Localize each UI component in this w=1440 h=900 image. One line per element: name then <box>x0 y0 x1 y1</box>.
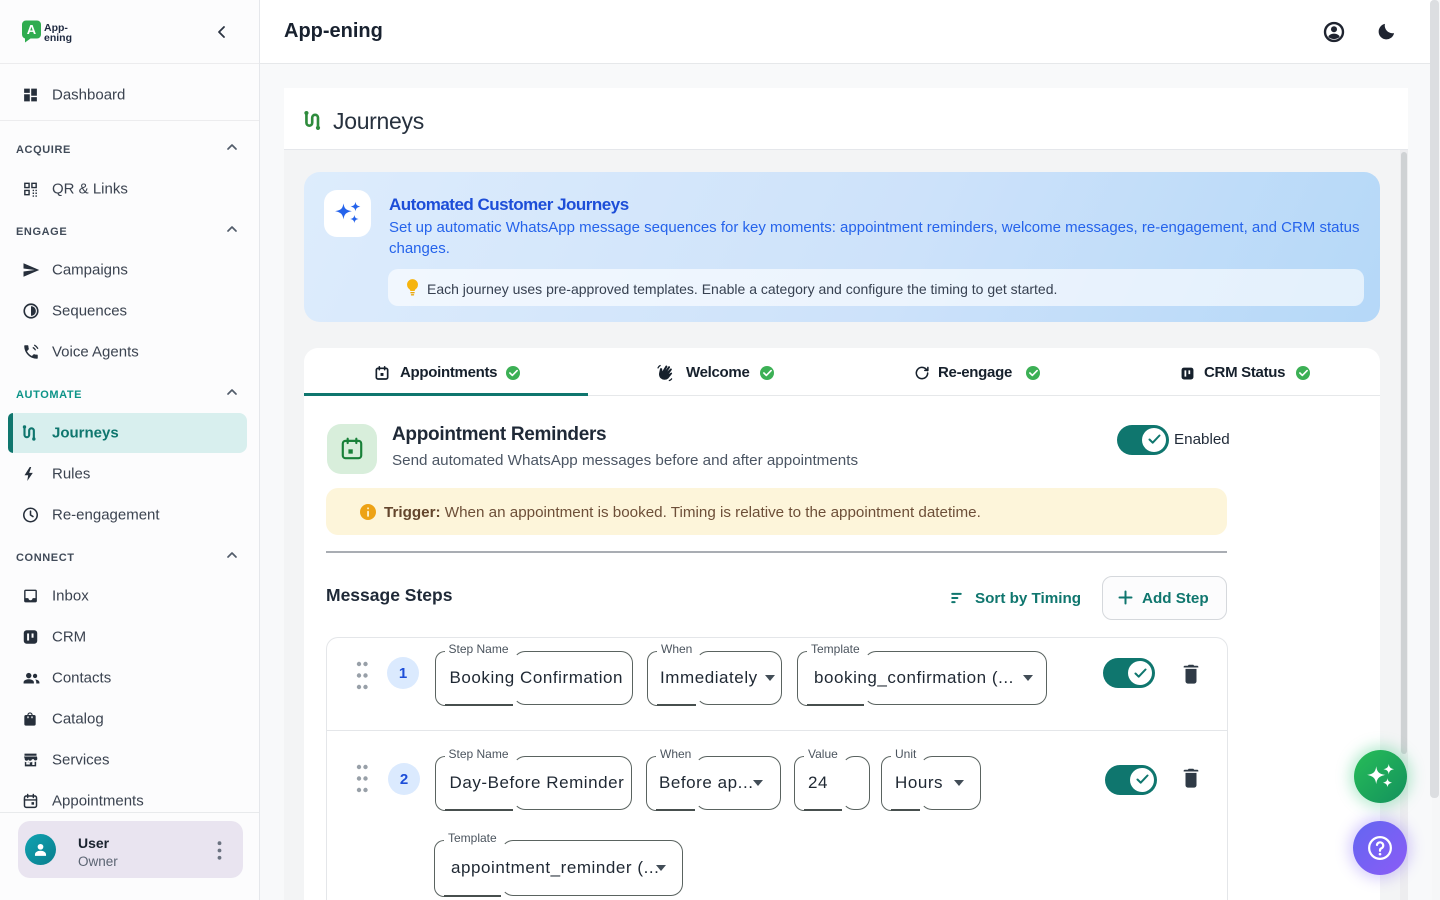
svg-text:A: A <box>27 22 37 37</box>
